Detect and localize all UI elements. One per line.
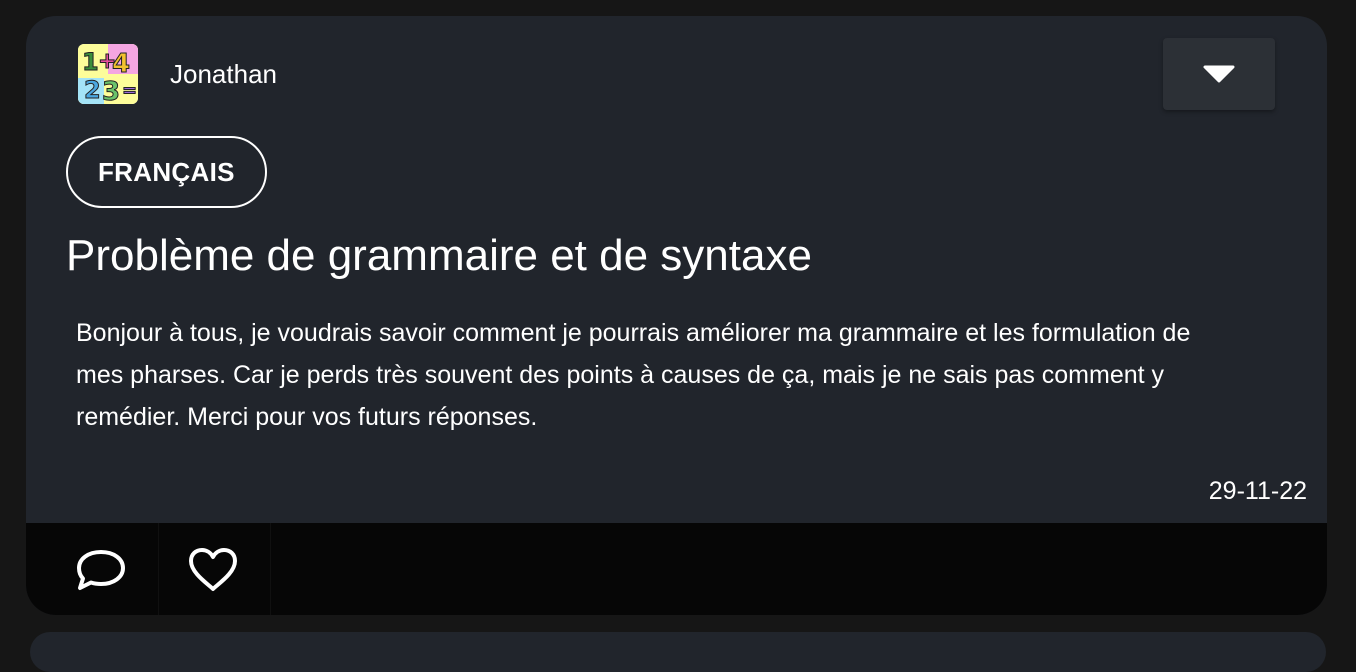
post-date: 29-11-22 [1208, 477, 1307, 505]
post-menu-button[interactable] [1163, 38, 1275, 110]
comment-button[interactable] [74, 545, 128, 595]
svg-text:3: 3 [102, 77, 120, 104]
post-actions-bar [26, 523, 1327, 615]
next-post-card [30, 632, 1326, 672]
action-divider [158, 523, 159, 615]
heart-icon [189, 548, 237, 591]
like-button[interactable] [186, 545, 240, 595]
svg-text:=: = [122, 80, 137, 101]
caret-down-icon [1203, 65, 1235, 83]
author-name[interactable]: Jonathan [170, 58, 277, 90]
svg-text:4: 4 [112, 49, 130, 79]
colorful-numbers-avatar-icon: 1 + 4 2 3 = [78, 44, 138, 104]
action-divider [270, 523, 271, 615]
svg-text:2: 2 [84, 76, 101, 104]
post-body: Bonjour à tous, je voudrais savoir comme… [76, 319, 1191, 431]
post-card: 1 + 4 2 3 = Jonathan FRANÇAIS Problème d… [26, 16, 1327, 615]
avatar[interactable]: 1 + 4 2 3 = [78, 44, 138, 104]
category-tag[interactable]: FRANÇAIS [66, 136, 267, 208]
post-title: Problème de grammaire et de syntaxe [66, 231, 812, 280]
svg-text:1: 1 [82, 48, 99, 76]
post-header: 1 + 4 2 3 = Jonathan [26, 16, 1327, 136]
comment-icon [77, 550, 125, 590]
